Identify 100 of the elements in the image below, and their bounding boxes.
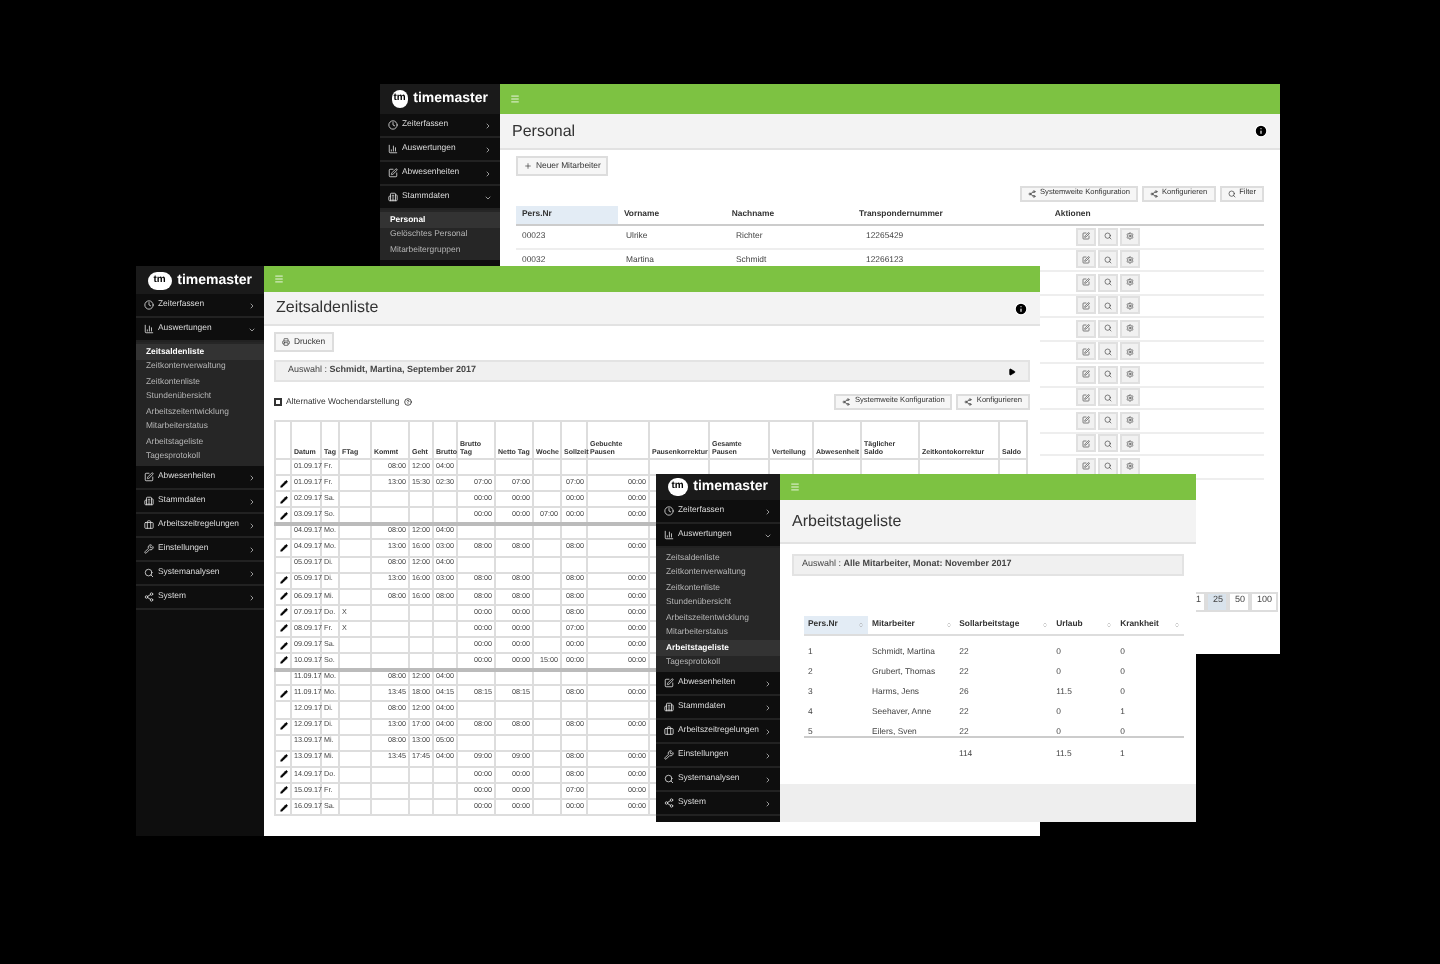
pencil-icon[interactable] (279, 608, 287, 617)
briefcase-icon (664, 726, 674, 736)
search-icon (1227, 190, 1236, 198)
pencil-icon[interactable] (279, 689, 287, 698)
edit-icon (388, 168, 398, 178)
action-button[interactable] (1098, 434, 1118, 453)
search-icon (664, 774, 674, 784)
action-button[interactable] (1120, 388, 1140, 407)
action-button[interactable] (1098, 411, 1118, 430)
action-button[interactable] (1120, 365, 1140, 384)
help-icon[interactable] (403, 397, 412, 406)
action-button[interactable] (1098, 296, 1118, 315)
edit-icon (1082, 393, 1090, 402)
bar-chart-icon (664, 530, 674, 540)
action-button[interactable] (1076, 365, 1096, 384)
search-icon (1104, 416, 1112, 425)
menu-icon[interactable] (790, 482, 800, 492)
action-button[interactable] (1076, 250, 1096, 269)
pencil-icon[interactable] (279, 479, 287, 488)
pencil-icon[interactable] (279, 656, 287, 665)
action-button[interactable] (1098, 273, 1118, 292)
action-button[interactable] (1076, 273, 1096, 292)
action-button[interactable] (1098, 342, 1118, 361)
share-icon (1149, 190, 1158, 198)
edit-icon (1082, 255, 1090, 264)
search-icon (144, 568, 154, 578)
menu-icon[interactable] (274, 274, 284, 284)
gear-icon (1126, 324, 1134, 333)
gear-icon (1126, 255, 1134, 264)
action-button[interactable] (1098, 250, 1118, 269)
action-button[interactable] (1076, 227, 1096, 246)
search-icon (1104, 439, 1112, 448)
action-button[interactable] (1098, 319, 1118, 338)
page-title: Zeitsaldenliste (276, 300, 379, 316)
search-icon (1104, 324, 1112, 333)
action-button[interactable] (1076, 319, 1096, 338)
edit-icon (1082, 301, 1090, 310)
page-title: Arbeitstageliste (792, 513, 902, 529)
briefcase-icon (144, 520, 154, 530)
gear-icon (1126, 278, 1134, 287)
action-button[interactable] (1120, 434, 1140, 453)
share-icon (1028, 190, 1037, 198)
action-button[interactable] (1120, 250, 1140, 269)
search-icon (1104, 301, 1112, 310)
play-icon[interactable] (1008, 367, 1016, 375)
action-button[interactable] (1098, 365, 1118, 384)
pencil-icon[interactable] (279, 576, 287, 585)
pencil-icon[interactable] (279, 511, 287, 520)
bar-chart-icon (144, 324, 154, 334)
action-button[interactable] (1120, 227, 1140, 246)
share-icon (842, 398, 851, 406)
pencil-icon[interactable] (279, 722, 287, 731)
action-button[interactable] (1120, 342, 1140, 361)
pencil-icon[interactable] (279, 803, 287, 812)
wrench-icon (144, 544, 154, 554)
pencil-icon[interactable] (279, 786, 287, 795)
edit-icon (1082, 278, 1090, 287)
clock-icon (144, 300, 154, 310)
pencil-icon[interactable] (279, 544, 287, 553)
building-icon (388, 192, 398, 202)
clock-icon (664, 506, 674, 516)
action-button[interactable] (1098, 227, 1118, 246)
gear-icon (1126, 462, 1134, 471)
pencil-icon[interactable] (279, 495, 287, 504)
info-icon[interactable] (1254, 124, 1268, 138)
action-button[interactable] (1120, 411, 1140, 430)
building-icon (144, 496, 154, 506)
action-button[interactable] (1076, 342, 1096, 361)
info-icon[interactable] (1014, 301, 1028, 315)
gear-icon (1126, 370, 1134, 379)
action-button[interactable] (1098, 388, 1118, 407)
pencil-icon[interactable] (279, 641, 287, 650)
action-button[interactable] (1076, 388, 1096, 407)
gear-icon (1126, 347, 1134, 356)
action-button[interactable] (1098, 457, 1118, 476)
pencil-icon[interactable] (279, 624, 287, 633)
pencil-icon[interactable] (279, 770, 287, 779)
action-button[interactable] (1120, 319, 1140, 338)
pencil-icon[interactable] (279, 592, 287, 601)
edit-icon (664, 678, 674, 688)
action-button[interactable] (1120, 296, 1140, 315)
action-button[interactable] (1076, 457, 1096, 476)
action-button[interactable] (1076, 411, 1096, 430)
action-button[interactable] (1076, 296, 1096, 315)
gear-icon (1126, 439, 1134, 448)
building-icon (664, 702, 674, 712)
pencil-icon[interactable] (279, 754, 287, 763)
action-button[interactable] (1120, 457, 1140, 476)
edit-icon (144, 472, 154, 482)
search-icon (1104, 393, 1112, 402)
search-icon (1104, 255, 1112, 264)
action-button[interactable] (1120, 273, 1140, 292)
clock-icon (388, 120, 398, 130)
action-button[interactable] (1076, 434, 1096, 453)
menu-icon[interactable] (510, 94, 520, 104)
search-icon (1104, 462, 1112, 471)
wrench-icon (664, 750, 674, 760)
gear-icon (1126, 301, 1134, 310)
checkbox[interactable] (274, 397, 282, 406)
search-icon (1104, 370, 1112, 379)
